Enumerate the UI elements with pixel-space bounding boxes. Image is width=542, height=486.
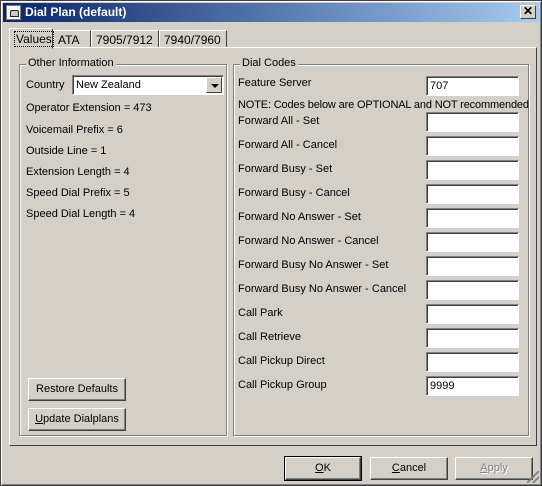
tab-ata-label: ATA bbox=[58, 33, 80, 47]
restore-defaults-button[interactable]: Restore Defaults bbox=[28, 378, 126, 401]
forward-all-set-label: Forward All - Set bbox=[238, 115, 320, 127]
update-dialplans-label: pdate Dialplans bbox=[43, 413, 119, 425]
tab-ata[interactable]: ATA bbox=[53, 30, 91, 48]
restore-defaults-label: Restore Defaults bbox=[36, 383, 118, 395]
outside-line-text: Outside Line = 1 bbox=[26, 145, 107, 157]
window-title: Dial Plan (default) bbox=[25, 5, 127, 19]
tab-7905-7912[interactable]: 7905/7912 bbox=[91, 30, 159, 48]
call-retrieve-input[interactable] bbox=[426, 328, 519, 348]
forward-no-answer-set-label: Forward No Answer - Set bbox=[238, 211, 361, 223]
forward-busy-no-answer-set-input[interactable] bbox=[426, 256, 519, 276]
tab-values[interactable]: Values bbox=[9, 28, 54, 49]
feature-server-label: Feature Server bbox=[238, 77, 312, 89]
operator-extension-text: Operator Extension = 473 bbox=[26, 102, 152, 114]
forward-busy-set-label: Forward Busy - Set bbox=[238, 163, 333, 175]
tab-7940-7960[interactable]: 7940/7960 bbox=[159, 30, 227, 48]
forward-busy-cancel-input[interactable] bbox=[426, 184, 519, 204]
forward-no-answer-set-input[interactable] bbox=[426, 208, 519, 228]
tab-7940-7960-label: 7940/7960 bbox=[164, 33, 221, 47]
optional-codes-note: NOTE: Codes below are OPTIONAL and NOT r… bbox=[238, 99, 529, 111]
close-button[interactable]: ✕ bbox=[520, 5, 536, 19]
ok-label: K bbox=[323, 462, 331, 474]
forward-busy-set-input[interactable] bbox=[426, 160, 519, 180]
apply-button[interactable]: Apply bbox=[455, 457, 533, 480]
forward-all-cancel-input[interactable] bbox=[426, 136, 519, 156]
forward-busy-no-answer-cancel-label: Forward Busy No Answer - Cancel bbox=[238, 283, 407, 295]
forward-busy-no-answer-cancel-input[interactable] bbox=[426, 280, 519, 300]
call-retrieve-label: Call Retrieve bbox=[238, 331, 301, 343]
tab-values-label: Values bbox=[14, 31, 54, 47]
cancel-label: ancel bbox=[399, 462, 427, 474]
dial-plan-dialog: Dial Plan (default) ✕ Values ATA 7905/79… bbox=[0, 0, 542, 486]
forward-no-answer-cancel-label: Forward No Answer - Cancel bbox=[238, 235, 379, 247]
update-dialplans-button[interactable]: Update Dialplans bbox=[28, 408, 126, 431]
apply-label: pply bbox=[487, 462, 508, 474]
country-select[interactable]: New Zealand bbox=[72, 75, 224, 95]
forward-all-set-input[interactable] bbox=[426, 112, 519, 132]
dial-codes-title: Dial Codes bbox=[240, 57, 298, 69]
title-bar[interactable]: Dial Plan (default) ✕ bbox=[3, 3, 539, 22]
voicemail-prefix-text: Voicemail Prefix = 6 bbox=[26, 124, 123, 136]
ok-button[interactable]: OK bbox=[284, 456, 362, 481]
call-park-input[interactable] bbox=[426, 304, 519, 324]
call-pickup-direct-input[interactable] bbox=[426, 352, 519, 372]
resize-grip-icon[interactable] bbox=[527, 471, 539, 483]
chevron-down-icon[interactable] bbox=[206, 77, 222, 93]
forward-all-cancel-label: Forward All - Cancel bbox=[238, 139, 338, 151]
dial-codes-group: Dial Codes Feature Server NOTE: Codes be… bbox=[233, 57, 529, 436]
cancel-accel: C bbox=[391, 462, 400, 474]
forward-busy-cancel-label: Forward Busy - Cancel bbox=[238, 187, 350, 199]
call-pickup-group-input[interactable] bbox=[426, 376, 519, 396]
country-value: New Zealand bbox=[76, 79, 141, 91]
update-dialplans-accel: U bbox=[35, 413, 44, 425]
speed-dial-prefix-text: Speed Dial Prefix = 5 bbox=[26, 187, 130, 199]
call-pickup-group-label: Call Pickup Group bbox=[238, 379, 327, 391]
values-tab-panel: Other Information Country New Zealand Op… bbox=[9, 47, 537, 446]
ok-accel: O bbox=[315, 462, 324, 474]
speed-dial-length-text: Speed Dial Length = 4 bbox=[26, 208, 136, 220]
other-information-group: Other Information Country New Zealand Op… bbox=[19, 57, 227, 436]
extension-length-text: Extension Length = 4 bbox=[26, 166, 130, 178]
apply-accel: A bbox=[480, 462, 488, 474]
close-icon: ✕ bbox=[522, 4, 534, 18]
tab-7905-7912-label: 7905/7912 bbox=[96, 33, 153, 47]
country-label: Country bbox=[26, 79, 65, 91]
cancel-button[interactable]: Cancel bbox=[370, 457, 448, 480]
call-pickup-direct-label: Call Pickup Direct bbox=[238, 355, 325, 367]
forward-busy-no-answer-set-label: Forward Busy No Answer - Set bbox=[238, 259, 389, 271]
feature-server-input[interactable] bbox=[426, 76, 519, 96]
other-information-title: Other Information bbox=[26, 57, 116, 69]
forward-no-answer-cancel-input[interactable] bbox=[426, 232, 519, 252]
phone-icon bbox=[6, 5, 21, 20]
call-park-label: Call Park bbox=[238, 307, 283, 319]
